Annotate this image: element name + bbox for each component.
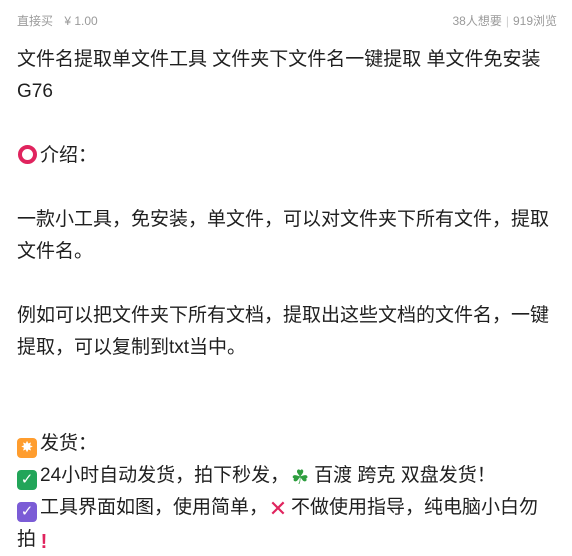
shipping-line-1-text-b: 百渡 跨克 双盘发货！ bbox=[314, 465, 496, 486]
buy-now-label: 直接买 bbox=[17, 14, 54, 28]
shipping-line-2: ✓ 工具界面如图，使用简单，✕ 不做使用指导，纯电脑小白勿拍! bbox=[17, 492, 557, 556]
check-mark-button-icon: ✓ bbox=[17, 470, 37, 490]
listing-description: 文件名提取单文件工具 文件夹下文件名一键提取 单文件免安装G76 介绍： 一款小… bbox=[17, 44, 557, 556]
view-count: 919浏览 bbox=[512, 14, 557, 28]
shipping-line-1-text-a: 24小时自动发货，拍下秒发， bbox=[40, 465, 290, 486]
shipping-heading: ✸ 发货： bbox=[17, 428, 557, 460]
shipping-heading-text: 发货： bbox=[40, 433, 98, 454]
listing-title: 文件名提取单文件工具 文件夹下文件名一键提取 单文件免安装G76 bbox=[17, 49, 541, 102]
intro-paragraph-1: 一款小工具，免安装，单文件，可以对文件夹下所有文件，提取文件名。 bbox=[17, 209, 550, 262]
intro-paragraph-2: 例如可以把文件夹下所有文档，提取出这些文档的文件名，一键提取，可以复制到txt当… bbox=[17, 305, 550, 358]
exclamation-mark-icon: ! bbox=[40, 531, 48, 553]
original-price: ¥ 1.00 bbox=[64, 14, 98, 28]
shipping-line-2-text-a: 工具界面如图，使用简单， bbox=[40, 497, 269, 518]
engagement-stats: 38人想要 | 919浏览 bbox=[452, 12, 557, 29]
cross-mark-icon: ✕ bbox=[268, 496, 288, 521]
ballot-box-check-icon: ✓ bbox=[17, 502, 37, 522]
shamrock-icon: ☘ bbox=[291, 467, 310, 489]
listing-meta-row: 直接买 ¥ 1.00 38人想要 | 919浏览 bbox=[17, 10, 557, 30]
eight-pointed-star-icon: ✸ bbox=[17, 438, 37, 458]
want-count: 38人想要 bbox=[452, 14, 502, 28]
stats-separator: | bbox=[505, 14, 509, 28]
price-info: 直接买 ¥ 1.00 bbox=[17, 12, 98, 29]
shipping-line-1: ✓ 24小时自动发货，拍下秒发， ☘ 百渡 跨克 双盘发货！ bbox=[17, 460, 557, 492]
hollow-red-circle-icon bbox=[18, 145, 37, 164]
intro-heading: 介绍： bbox=[17, 140, 557, 172]
intro-heading-text: 介绍： bbox=[40, 145, 98, 166]
price-header-cropped: ​ bbox=[0, 0, 572, 6]
